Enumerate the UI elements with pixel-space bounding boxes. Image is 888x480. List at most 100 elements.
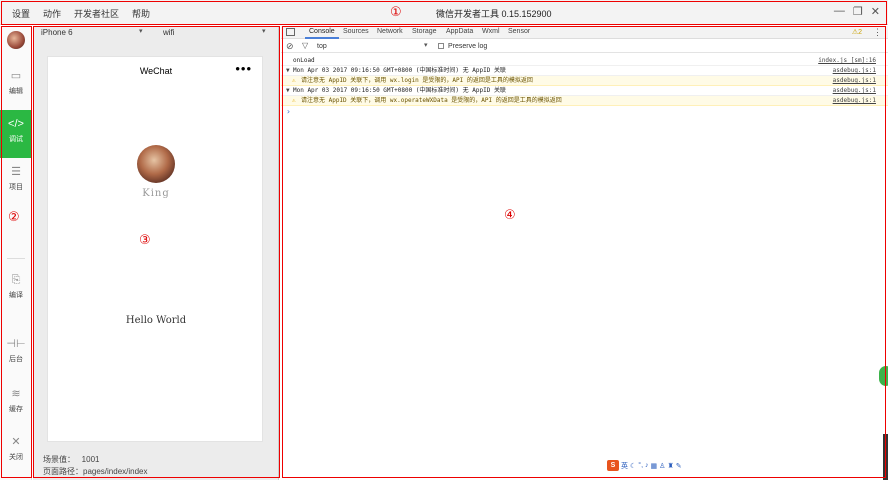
path-label: 页面路径： bbox=[43, 467, 83, 476]
expand-arrow-icon[interactable]: ▼ bbox=[286, 66, 290, 76]
menu-help[interactable]: 帮助 bbox=[132, 7, 150, 20]
sidebar-item-editor[interactable]: ▭ 编辑 bbox=[0, 62, 32, 110]
shirt-icon[interactable]: ♜ bbox=[667, 462, 673, 470]
mic-icon[interactable]: ♪ bbox=[645, 462, 649, 469]
log-group-row[interactable]: ▼ Mon Apr 03 2017 09:16:50 GMT+0800 (中国标… bbox=[281, 86, 888, 96]
scene-label: 场景值： bbox=[43, 455, 75, 464]
clear-console-icon[interactable]: ⊘ bbox=[286, 41, 294, 52]
console-prompt[interactable]: › bbox=[286, 107, 291, 116]
warning-row: ⚠ 请注意无 AppID 关联下，调用 wx.login 是受限的，API 的返… bbox=[281, 76, 888, 86]
preserve-log-label: Preserve log bbox=[448, 43, 488, 50]
marker-3: ③ bbox=[139, 233, 151, 248]
sidebar-item-background[interactable]: ⊣⊢ 后台 bbox=[0, 330, 32, 378]
log-source-link[interactable]: index.js [sm]:16 bbox=[818, 56, 876, 66]
window-controls: — ❐ ✕ bbox=[834, 5, 880, 18]
path-row: 页面路径：pages/index/index bbox=[43, 466, 148, 478]
chevron-down-icon[interactable]: ▾ bbox=[139, 27, 143, 35]
sidebar-item-label: 后台 bbox=[9, 356, 23, 363]
user-nickname: King bbox=[142, 188, 170, 199]
tab-wxml[interactable]: Wxml bbox=[482, 28, 500, 35]
marker-1: ① bbox=[390, 5, 402, 20]
sidebar-item-project[interactable]: ☰ 项目 bbox=[0, 158, 32, 206]
menu-settings[interactable]: 设置 bbox=[12, 7, 30, 20]
devtools-panel: Console Sources Network Storage AppData … bbox=[281, 26, 888, 480]
sidebar-item-debug[interactable]: </> 调试 bbox=[0, 110, 32, 158]
sidebar-item-label: 关闭 bbox=[9, 454, 23, 461]
user-avatar bbox=[137, 145, 175, 183]
chevron-down-icon[interactable]: ▾ bbox=[262, 27, 266, 35]
sidebar-item-cache[interactable]: ≋ 缓存 bbox=[0, 380, 32, 428]
console-output: onLoad index.js [sm]:16 ▼ Mon Apr 03 201… bbox=[281, 56, 888, 116]
ime-toolbar: S 英 ☾ °, ♪ ▦ ♙ ♜ ✎ bbox=[607, 460, 682, 471]
more-icon[interactable]: ••• bbox=[235, 61, 252, 76]
log-message: 请注意无 AppID 关联下，调用 wx.operateWXData 是受限的，… bbox=[301, 97, 562, 104]
debug-icon: </> bbox=[8, 118, 24, 130]
scene-value: 1001 bbox=[81, 455, 100, 464]
sidebar-item-close[interactable]: ✕ 关闭 bbox=[0, 428, 32, 476]
tab-network[interactable]: Network bbox=[377, 28, 403, 35]
background-icon: ⊣⊢ bbox=[6, 338, 26, 350]
preserve-log-checkbox[interactable] bbox=[438, 43, 444, 49]
log-group-row[interactable]: ▼ Mon Apr 03 2017 09:16:50 GMT+0800 (中国标… bbox=[281, 66, 888, 76]
console-filter-bar: ⊘ ▽ top ▾ Preserve log bbox=[281, 40, 888, 53]
punctuation-icon[interactable]: °, bbox=[638, 462, 643, 469]
expand-arrow-icon[interactable]: ▼ bbox=[286, 86, 290, 96]
tab-sources[interactable]: Sources bbox=[343, 28, 369, 35]
context-select[interactable]: top bbox=[317, 43, 327, 50]
sogou-logo-icon[interactable]: S bbox=[607, 460, 619, 471]
warning-row: ⚠ 请注意无 AppID 关联下，调用 wx.operateWXData 是受限… bbox=[281, 96, 888, 106]
tab-sensor[interactable]: Sensor bbox=[508, 28, 530, 35]
inspect-icon[interactable] bbox=[286, 28, 295, 36]
ime-mode-label[interactable]: 英 bbox=[621, 461, 628, 471]
moon-icon[interactable]: ☾ bbox=[630, 462, 636, 470]
chevron-down-icon[interactable]: ▾ bbox=[424, 41, 428, 49]
menu-bar: 设置 动作 开发者社区 帮助 bbox=[12, 7, 150, 20]
log-message: 请注意无 AppID 关联下，调用 wx.login 是受限的，API 的返回是… bbox=[301, 77, 533, 84]
sidebar: ▭ 编辑 </> 调试 ☰ 项目 ⎘ 编译 ⊣⊢ 后台 ≋ 缓存 ✕ 关闭 bbox=[0, 26, 32, 480]
sidebar-item-label: 编辑 bbox=[9, 88, 23, 95]
menu-actions[interactable]: 动作 bbox=[43, 7, 61, 20]
app-title: 微信开发者工具 0.15.152900 bbox=[436, 9, 552, 19]
close-icon: ✕ bbox=[11, 436, 21, 448]
warning-icon: ⚠ bbox=[292, 77, 296, 84]
warning-count-badge[interactable]: ⚠2 bbox=[852, 28, 862, 36]
tab-appdata[interactable]: AppData bbox=[446, 28, 473, 35]
device-select[interactable]: iPhone 6 bbox=[41, 28, 73, 37]
warning-icon: ⚠ bbox=[292, 97, 296, 104]
log-message: Mon Apr 03 2017 09:16:50 GMT+0800 (中国标准时… bbox=[293, 67, 506, 74]
log-source-link[interactable]: asdebug.js:1 bbox=[833, 86, 876, 96]
log-source-link[interactable]: asdebug.js:1 bbox=[833, 66, 876, 76]
tab-storage[interactable]: Storage bbox=[412, 28, 437, 35]
person-icon[interactable]: ♙ bbox=[659, 462, 665, 470]
warning-count: 2 bbox=[858, 29, 862, 36]
simulator-toolbar: iPhone 6 ▾ wifi ▾ bbox=[33, 26, 279, 40]
edge-bar bbox=[883, 434, 888, 480]
more-vert-icon[interactable]: ⋮ bbox=[873, 27, 882, 38]
log-source-link[interactable]: asdebug.js:1 bbox=[833, 76, 876, 86]
sidebar-divider bbox=[7, 258, 25, 259]
floating-bubble[interactable] bbox=[879, 366, 888, 386]
phone-screen: WeChat ••• King Hello World bbox=[47, 56, 263, 442]
sidebar-item-label: 缓存 bbox=[9, 406, 23, 413]
network-select[interactable]: wifi bbox=[163, 28, 175, 37]
restore-icon[interactable]: ❐ bbox=[853, 5, 863, 18]
editor-icon: ▭ bbox=[10, 70, 22, 82]
marker-4: ④ bbox=[504, 208, 516, 223]
log-row: onLoad index.js [sm]:16 bbox=[281, 56, 888, 66]
sidebar-item-compile[interactable]: ⎘ 编译 bbox=[0, 266, 32, 314]
menu-dev-community[interactable]: 开发者社区 bbox=[74, 7, 119, 20]
filter-icon[interactable]: ▽ bbox=[302, 41, 308, 50]
scene-row: 场景值： 1001 bbox=[43, 454, 148, 466]
avatar[interactable] bbox=[7, 31, 25, 49]
sidebar-item-label: 项目 bbox=[9, 184, 23, 191]
minimize-icon[interactable]: — bbox=[834, 5, 845, 18]
close-icon[interactable]: ✕ bbox=[871, 5, 880, 18]
tab-console[interactable]: Console bbox=[305, 28, 339, 39]
path-value: pages/index/index bbox=[83, 467, 148, 476]
devtools-tabs: Console Sources Network Storage AppData … bbox=[281, 26, 888, 39]
log-message: onLoad bbox=[293, 57, 315, 64]
log-source-link[interactable]: asdebug.js:1 bbox=[833, 96, 876, 106]
keyboard-icon[interactable]: ▦ bbox=[651, 462, 658, 470]
log-message: Mon Apr 03 2017 09:16:50 GMT+0800 (中国标准时… bbox=[293, 87, 506, 94]
wrench-icon[interactable]: ✎ bbox=[676, 462, 682, 470]
